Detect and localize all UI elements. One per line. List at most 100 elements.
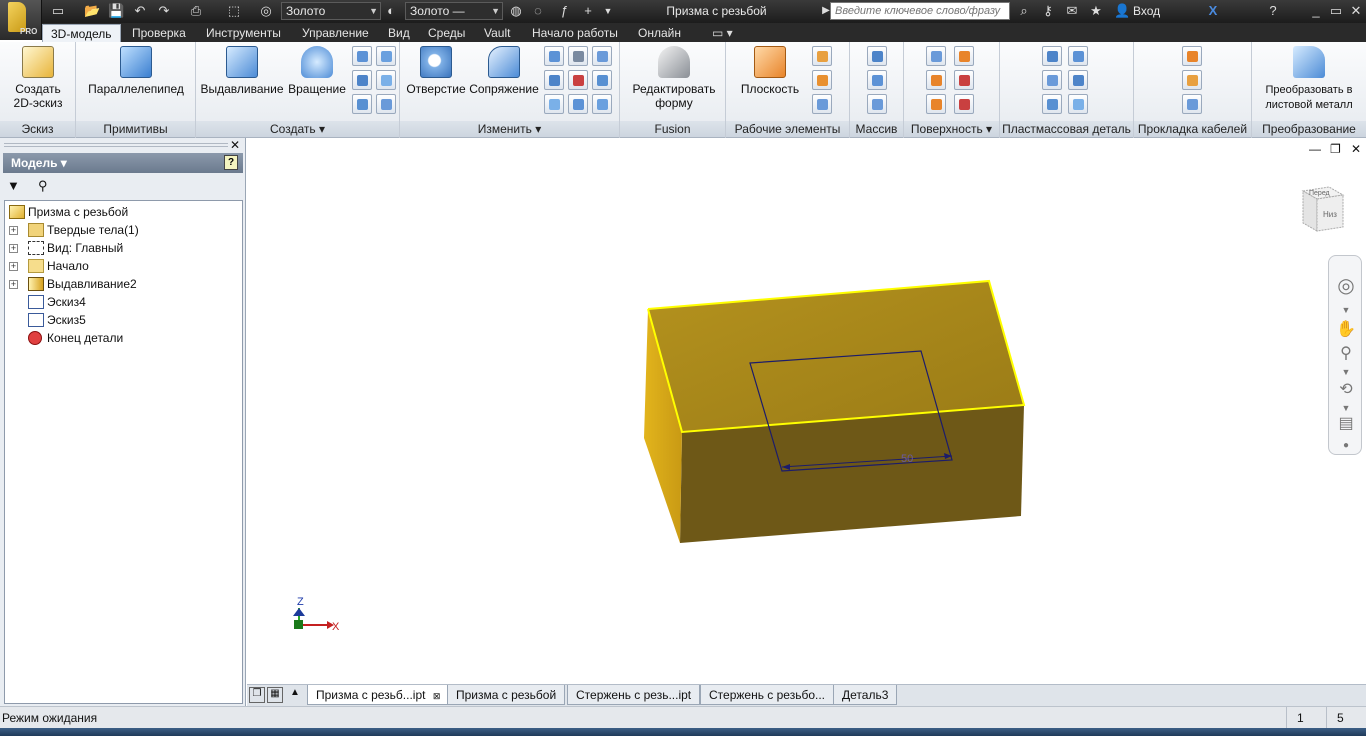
cascade-windows-icon[interactable]: ❐: [249, 687, 265, 703]
open-file-icon[interactable]: 📂: [84, 3, 100, 19]
split-button[interactable]: [592, 46, 612, 66]
hole-button[interactable]: Отверстие: [404, 46, 468, 96]
function-icon[interactable]: ƒ: [556, 3, 572, 19]
boss-button[interactable]: [1068, 46, 1088, 66]
panel-grip[interactable]: [4, 143, 228, 147]
tree-node-origin[interactable]: + Начало: [5, 257, 241, 275]
group-label-create[interactable]: Создать ▾: [196, 121, 399, 137]
search-input[interactable]: [830, 2, 1010, 20]
ribbon-options-icon[interactable]: ▭ ▾: [704, 24, 741, 42]
adjust-appearance-icon[interactable]: ◍: [508, 3, 524, 19]
doc-tab-3[interactable]: Стержень с резь...ipt: [567, 685, 701, 705]
mirror-button[interactable]: [867, 94, 887, 114]
group-label-modify[interactable]: Изменить ▾: [400, 121, 619, 137]
appearance-select[interactable]: Золото — ▼: [405, 2, 503, 20]
direct-edit-button[interactable]: [592, 94, 612, 114]
expand-icon[interactable]: +: [9, 244, 18, 253]
emboss-button[interactable]: [376, 70, 396, 90]
tree-node-end-of-part[interactable]: Конец детали: [5, 329, 241, 347]
select-icon[interactable]: ⬚: [226, 3, 242, 19]
box-primitive-button[interactable]: Параллелепипед: [86, 46, 186, 96]
thread-button[interactable]: [568, 46, 588, 66]
clear-appearance-icon[interactable]: ◌: [530, 3, 546, 19]
print-icon[interactable]: ⎙: [188, 3, 204, 19]
move-face-button[interactable]: [544, 94, 564, 114]
point-button[interactable]: [812, 70, 832, 90]
new-file-icon[interactable]: ▭: [50, 3, 66, 19]
shell-button[interactable]: [544, 70, 564, 90]
copy-object-button[interactable]: [568, 94, 588, 114]
loft-button[interactable]: [352, 46, 372, 66]
open-documents-icon[interactable]: ▲: [287, 687, 303, 703]
favorites-star-icon[interactable]: ★: [1088, 3, 1104, 19]
binoculars-icon[interactable]: ⌕: [1016, 3, 1032, 19]
tab-view[interactable]: Вид: [380, 24, 418, 42]
fillet-button[interactable]: Сопряжение: [468, 46, 540, 96]
dimension-value[interactable]: 50: [901, 453, 913, 465]
expand-icon[interactable]: +: [9, 280, 18, 289]
wire-button[interactable]: [1182, 70, 1202, 90]
material-select[interactable]: Золото ▼: [281, 2, 381, 20]
expand-icon[interactable]: +: [9, 262, 18, 271]
convert-to-sheet-metal-button[interactable]: Преобразовать в листовой металл: [1254, 46, 1364, 112]
rectangular-pattern-button[interactable]: [867, 46, 887, 66]
help-icon[interactable]: ?: [1265, 3, 1281, 19]
filter-icon[interactable]: ▼: [7, 178, 20, 193]
axis-button[interactable]: [812, 46, 832, 66]
harness-button[interactable]: [1182, 46, 1202, 66]
route-button[interactable]: [1182, 94, 1202, 114]
close-browser-icon[interactable]: ✕: [230, 138, 240, 152]
revolve-button[interactable]: Вращение: [286, 46, 348, 96]
redo-icon[interactable]: ↷: [156, 3, 172, 19]
coil-button[interactable]: [376, 46, 396, 66]
tree-node-view-rep[interactable]: + Вид: Главный: [5, 239, 241, 257]
plane-button[interactable]: Плоскость: [732, 46, 808, 96]
plus-icon[interactable]: +: [580, 3, 596, 19]
create-2d-sketch-button[interactable]: Создать 2D-эскиз: [4, 46, 72, 110]
expand-icon[interactable]: +: [9, 226, 18, 235]
tree-node-extrusion2[interactable]: + Выдавливание2: [5, 275, 241, 293]
doc-tab-4[interactable]: Стержень с резьбо...: [700, 685, 835, 705]
combine-button[interactable]: [592, 70, 612, 90]
extrude-button[interactable]: Выдавливание: [200, 46, 284, 96]
close-tab-icon[interactable]: ⊠: [433, 691, 441, 701]
exchange-apps-icon[interactable]: X: [1205, 3, 1221, 19]
communication-icon[interactable]: ✉: [1064, 3, 1080, 19]
maximize-button[interactable]: ▭: [1326, 2, 1346, 20]
graphics-viewport[interactable]: — ❐ ✕ Перед Низ ◎ ▼ ✋ ⚲ ▼ ⟲ ▼ ▤ ● 50 Z X: [247, 138, 1366, 684]
tree-node-solid-bodies[interactable]: + Твердые тела(1): [5, 221, 241, 239]
tile-windows-icon[interactable]: ▦: [267, 687, 283, 703]
browser-header[interactable]: Модель ▾ ?: [3, 153, 243, 173]
face-draft-button[interactable]: [568, 70, 588, 90]
subscription-key-icon[interactable]: ⚷: [1040, 3, 1056, 19]
edit-form-button[interactable]: Редактировать форму: [626, 46, 722, 110]
tree-node-sketch4[interactable]: Эскиз4: [5, 293, 241, 311]
rest-button[interactable]: [1042, 70, 1062, 90]
tab-inspect[interactable]: Проверка: [124, 24, 194, 42]
tab-tools[interactable]: Инструменты: [198, 24, 289, 42]
minimize-button[interactable]: _: [1306, 2, 1326, 20]
login-link[interactable]: Вход: [1133, 4, 1160, 18]
trim-button[interactable]: [954, 70, 974, 90]
sculpt-button[interactable]: [926, 70, 946, 90]
tab-get-started[interactable]: Начало работы: [524, 24, 626, 42]
snap-fit-button[interactable]: [1068, 70, 1088, 90]
rule-fillet-button[interactable]: [1042, 94, 1062, 114]
tab-online[interactable]: Онлайн: [630, 24, 689, 42]
model-canvas[interactable]: 50 Z X: [247, 138, 1366, 684]
find-binoculars-icon[interactable]: ⚲: [38, 178, 48, 194]
undo-icon[interactable]: ↶: [132, 3, 148, 19]
derive-button[interactable]: [376, 94, 396, 114]
tree-node-sketch5[interactable]: Эскиз5: [5, 311, 241, 329]
grill-button[interactable]: [1042, 46, 1062, 66]
chamfer-button[interactable]: [544, 46, 564, 66]
close-window-button[interactable]: ✕: [1346, 2, 1366, 20]
group-label-surface[interactable]: Поверхность ▾: [904, 121, 999, 137]
doc-tab-1[interactable]: Призма с резьб...ipt ⊠: [307, 685, 450, 705]
ucs-button[interactable]: [812, 94, 832, 114]
lip-button[interactable]: [1068, 94, 1088, 114]
sweep-button[interactable]: [352, 70, 372, 90]
tab-manage[interactable]: Управление: [294, 24, 377, 42]
delete-face-button[interactable]: [954, 94, 974, 114]
tab-3d-model[interactable]: 3D-модель: [42, 24, 121, 42]
